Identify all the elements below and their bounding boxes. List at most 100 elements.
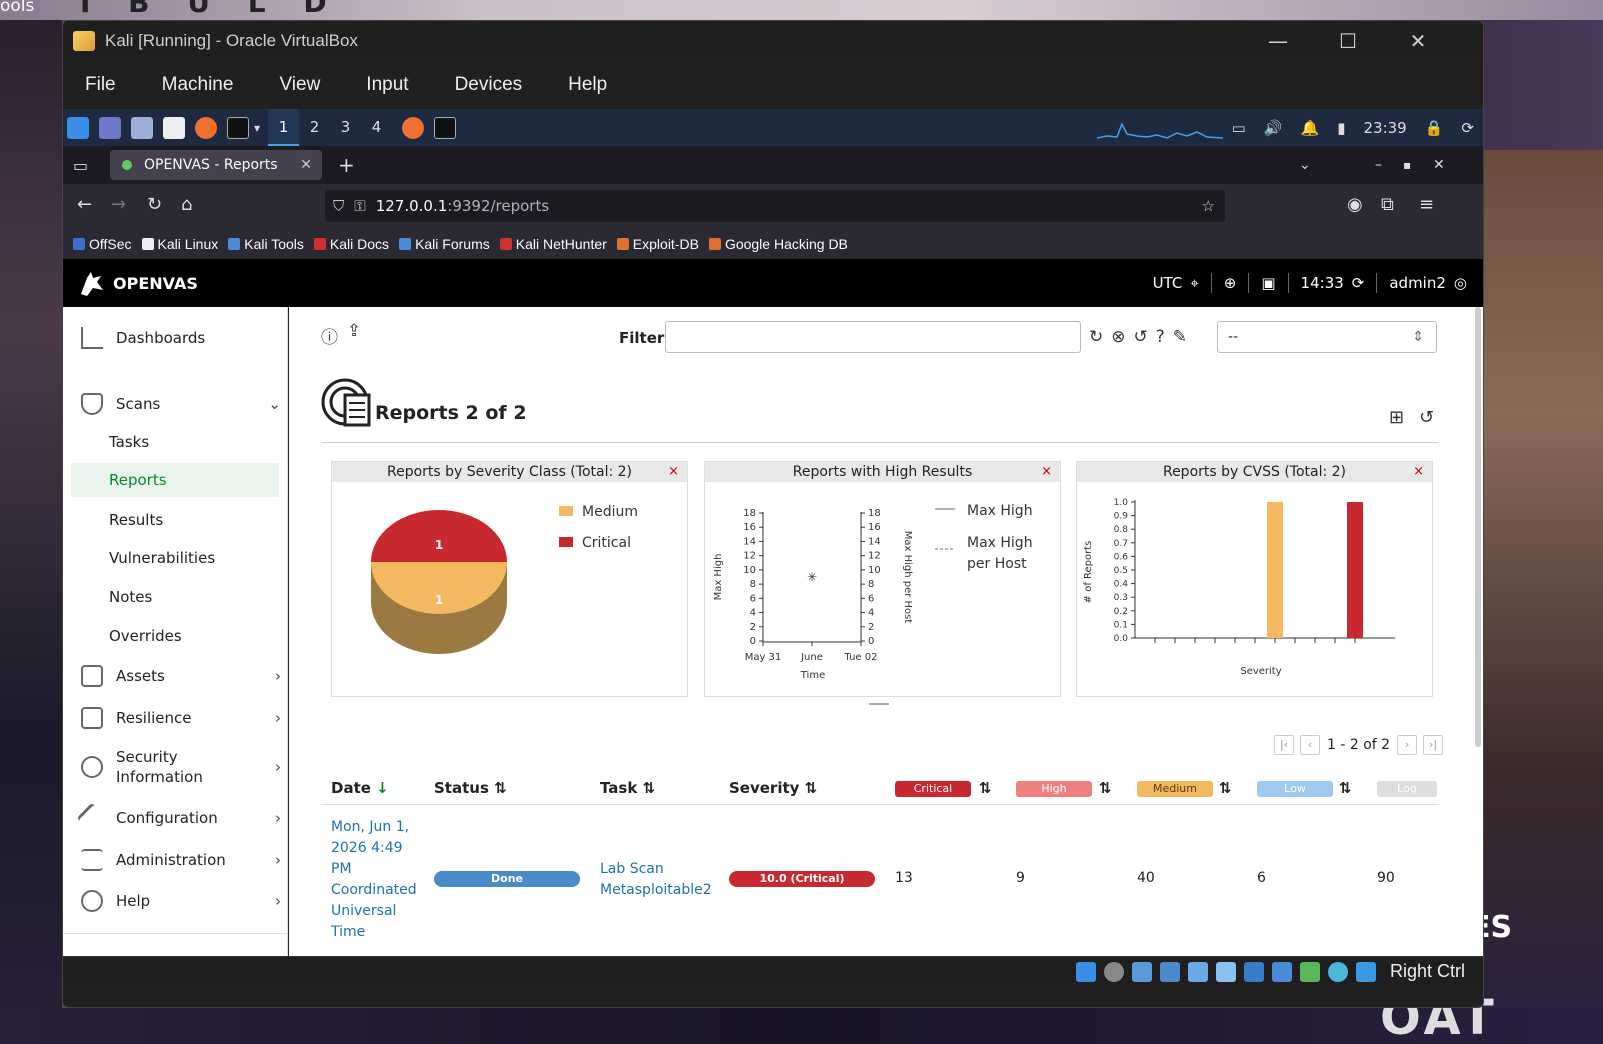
lock-icon[interactable]: 🔒 bbox=[1425, 119, 1444, 137]
usb-icon[interactable] bbox=[1187, 961, 1208, 982]
bookmark-kali-nethunter[interactable]: Kali NetHunter bbox=[499, 236, 607, 252]
sidebar-item-administration[interactable]: Administration › bbox=[81, 849, 281, 871]
new-tab-icon[interactable]: + bbox=[338, 153, 355, 177]
menu-file[interactable]: File bbox=[85, 74, 116, 96]
prev-page-icon[interactable]: ‹ bbox=[1300, 735, 1320, 755]
sidebar-item-scans[interactable]: Scans ⌄ bbox=[81, 393, 281, 415]
task-link[interactable]: Lab Scan Metasploitable2 bbox=[600, 859, 712, 901]
last-page-icon[interactable]: ›| bbox=[1423, 735, 1444, 755]
filter-help-icon[interactable]: ? bbox=[1156, 327, 1173, 347]
language-flag-icon[interactable]: ⊕ bbox=[1224, 274, 1237, 292]
panel-close-icon[interactable]: × bbox=[668, 462, 679, 482]
bookmark-google-hacking-db[interactable]: Google Hacking DB bbox=[708, 236, 848, 252]
hard-disk-icon[interactable] bbox=[1075, 961, 1096, 982]
shield-icon[interactable]: ⛉ bbox=[333, 197, 344, 215]
sidebar-item-dashboards[interactable]: Dashboards bbox=[81, 327, 281, 349]
new-dashboard-icon[interactable]: ⊞ bbox=[1389, 407, 1404, 428]
editor-icon[interactable] bbox=[163, 116, 185, 139]
page-info-icon[interactable]: ⚿ bbox=[354, 197, 365, 215]
clear-filter-icon[interactable]: ⊗ bbox=[1111, 327, 1133, 347]
clock[interactable]: 23:39 bbox=[1364, 119, 1407, 137]
network-icon[interactable]: ▭ bbox=[1232, 119, 1246, 137]
guest-additions-icon[interactable] bbox=[1327, 961, 1348, 982]
clipboard-icon[interactable]: ▣ bbox=[1261, 274, 1275, 292]
bookmark-kali-forums[interactable]: Kali Forums bbox=[399, 236, 490, 252]
refresh-filter-icon[interactable]: ↻ bbox=[1089, 327, 1111, 347]
menu-input[interactable]: Input bbox=[366, 74, 408, 96]
menu-devices[interactable]: Devices bbox=[455, 74, 523, 96]
optical-drive-icon[interactable] bbox=[1103, 961, 1124, 982]
help-icon[interactable]: ⓘ bbox=[321, 323, 338, 348]
workspace-4[interactable]: 4 bbox=[361, 109, 392, 146]
upload-icon[interactable]: ⇪ bbox=[347, 321, 361, 341]
maximize-button[interactable]: ☐ bbox=[1313, 21, 1383, 61]
bookmark-kali-linux[interactable]: Kali Linux bbox=[141, 236, 218, 252]
browser-maximize-icon[interactable]: ▪ bbox=[1403, 158, 1411, 172]
bookmark-offsec[interactable]: OffSec bbox=[73, 236, 132, 252]
extensions-icon[interactable]: ⧉ bbox=[1381, 194, 1394, 215]
sidebar-item-notes[interactable]: Notes bbox=[109, 588, 152, 606]
sidebar-item-assets[interactable]: Assets › bbox=[81, 665, 281, 687]
close-button[interactable]: ✕ bbox=[1383, 21, 1453, 61]
reset-dashboard-icon[interactable]: ↺ bbox=[1419, 407, 1434, 428]
back-icon[interactable]: ← bbox=[77, 194, 92, 215]
column-severity[interactable]: Severity ⇅ bbox=[729, 779, 817, 797]
menu-machine[interactable]: Machine bbox=[162, 74, 234, 96]
sort-icon[interactable]: ⇅ bbox=[1339, 779, 1352, 797]
resize-handle[interactable] bbox=[869, 703, 889, 705]
bookmark-kali-docs[interactable]: Kali Docs bbox=[313, 236, 389, 252]
chevron-down-icon[interactable]: ▾ bbox=[254, 121, 260, 135]
column-date[interactable]: Date ↓ bbox=[331, 779, 389, 797]
sidebar-item-overrides[interactable]: Overrides bbox=[109, 627, 182, 645]
firefox-icon[interactable] bbox=[195, 116, 217, 139]
bookmark-exploit-db[interactable]: Exploit-DB bbox=[616, 236, 699, 252]
reset-filter-icon[interactable]: ↺ bbox=[1134, 327, 1156, 347]
tab-close-icon[interactable]: ✕ bbox=[300, 157, 312, 173]
list-tabs-icon[interactable]: ⌄ bbox=[1299, 157, 1311, 173]
sidebar-item-resilience[interactable]: Resilience › bbox=[81, 707, 281, 729]
volume-icon[interactable]: 🔊 bbox=[1264, 119, 1283, 137]
workspace-3[interactable]: 3 bbox=[330, 109, 361, 146]
filter-input[interactable] bbox=[665, 321, 1081, 353]
mouse-integration-icon[interactable] bbox=[1355, 961, 1376, 982]
sidebar-item-tasks[interactable]: Tasks bbox=[109, 433, 149, 451]
kali-menu-icon[interactable] bbox=[67, 116, 89, 139]
panel-close-icon[interactable]: × bbox=[1413, 462, 1424, 482]
sidebar-item-help[interactable]: Help › bbox=[81, 890, 281, 912]
recording-icon[interactable] bbox=[1271, 961, 1292, 982]
column-low-badge[interactable]: Low bbox=[1257, 781, 1333, 797]
terminal-task-icon[interactable] bbox=[434, 116, 457, 139]
sidebar-item-vulnerabilities[interactable]: Vulnerabilities bbox=[109, 549, 215, 567]
sidebar-item-results[interactable]: Results bbox=[109, 511, 163, 529]
first-page-icon[interactable]: |‹ bbox=[1274, 735, 1294, 755]
battery-icon[interactable]: ▮ bbox=[1337, 119, 1345, 137]
user-icon[interactable]: ◎ bbox=[1454, 274, 1467, 292]
audio-icon[interactable] bbox=[1131, 961, 1152, 982]
workspace-1[interactable]: 1 bbox=[268, 109, 300, 146]
shared-folder-icon[interactable] bbox=[1215, 961, 1236, 982]
column-critical-badge[interactable]: Critical bbox=[895, 781, 971, 797]
column-high-badge[interactable]: High bbox=[1016, 781, 1092, 797]
column-task[interactable]: Task ⇅ bbox=[600, 779, 655, 797]
network-adapter-icon[interactable] bbox=[1159, 961, 1180, 982]
filter-select[interactable]: -- ⇕ bbox=[1217, 321, 1437, 353]
power-icon[interactable]: ⟳ bbox=[1461, 119, 1474, 137]
sidebar-item-reports[interactable]: Reports bbox=[71, 463, 279, 497]
tab-openvas-reports[interactable]: OPENVAS - Reports ✕ bbox=[110, 150, 322, 180]
reload-icon[interactable]: ↻ bbox=[147, 194, 162, 215]
notification-bell-icon[interactable]: 🔔 bbox=[1301, 119, 1320, 137]
browser-close-icon[interactable]: ✕ bbox=[1433, 157, 1445, 173]
bookmark-kali-tools[interactable]: Kali Tools bbox=[228, 236, 304, 252]
column-log-badge[interactable]: Log bbox=[1377, 781, 1437, 797]
edit-filter-icon[interactable]: ✎ bbox=[1173, 327, 1195, 347]
display-icon[interactable] bbox=[1243, 961, 1264, 982]
column-status[interactable]: Status ⇅ bbox=[434, 779, 507, 797]
bookmark-star-icon[interactable]: ☆ bbox=[1202, 197, 1215, 215]
cpu-icon[interactable] bbox=[1299, 961, 1320, 982]
report-date-link[interactable]: Mon, Jun 1, 2026 4:49 PM Coordinated Uni… bbox=[331, 817, 417, 943]
account-icon[interactable]: ◉ bbox=[1347, 194, 1363, 215]
menu-view[interactable]: View bbox=[279, 74, 320, 96]
sidebar-item-configuration[interactable]: Configuration › bbox=[76, 802, 281, 834]
username[interactable]: admin2 bbox=[1389, 274, 1446, 292]
sort-icon[interactable]: ⇅ bbox=[1099, 779, 1112, 797]
